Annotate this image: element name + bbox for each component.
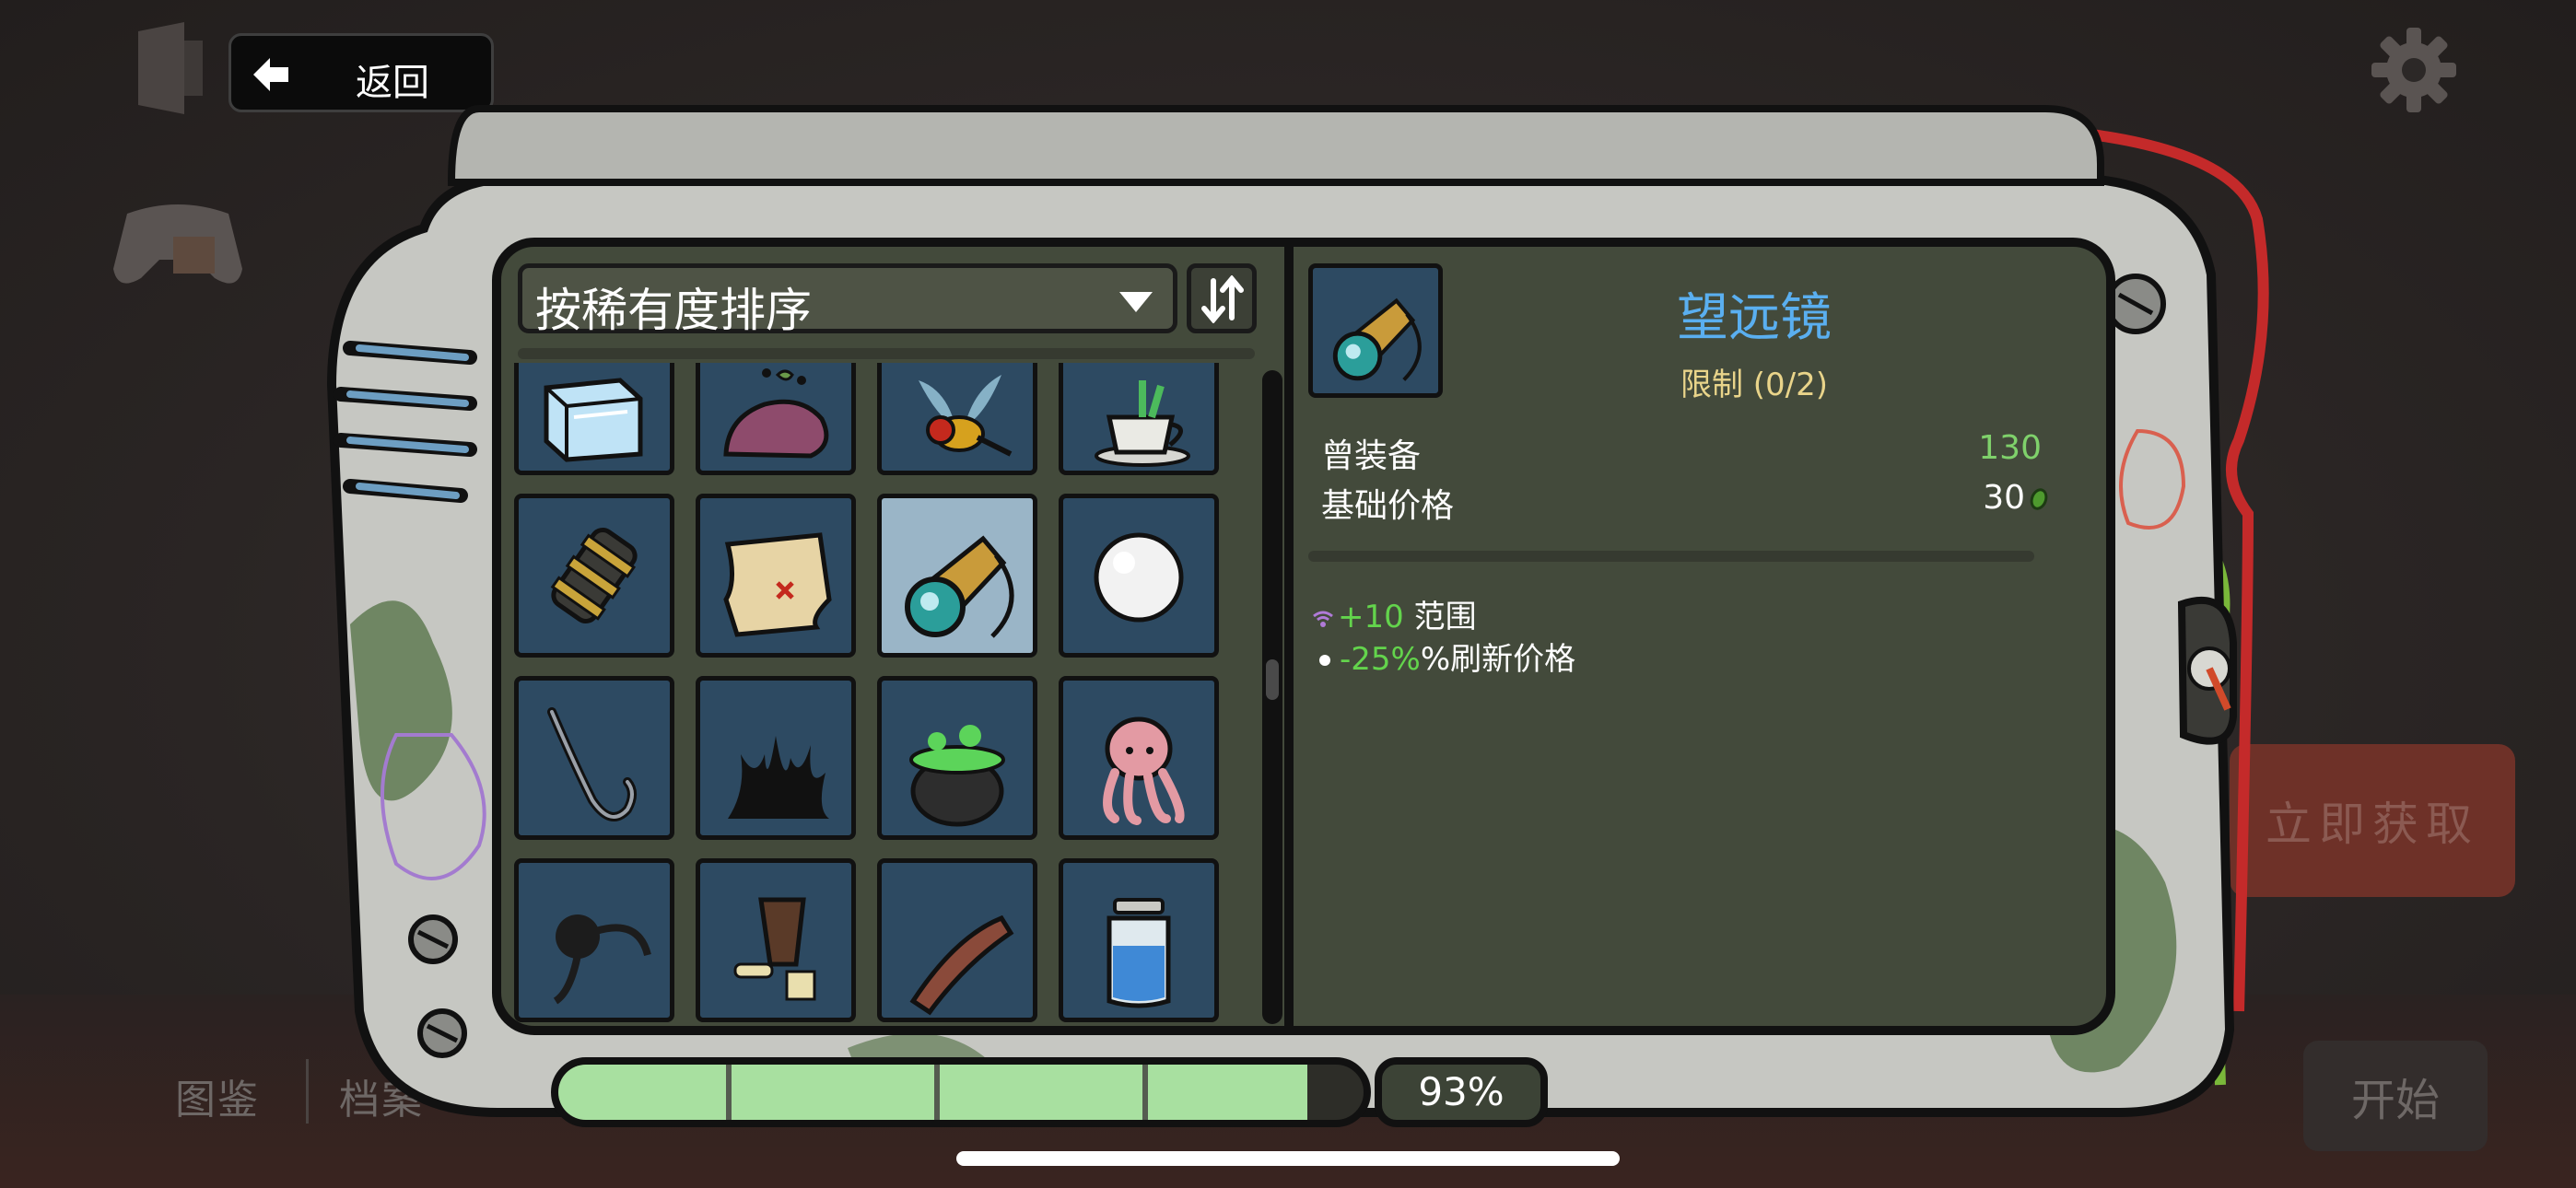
meat-strip-icon bbox=[909, 914, 1014, 1016]
stat-equipped-label: 曾装备 bbox=[1321, 437, 1422, 475]
item-slot[interactable] bbox=[696, 676, 856, 840]
effect-range: +10 范围 bbox=[1312, 591, 1477, 636]
progress-segment-divider bbox=[1142, 1065, 1148, 1120]
item-slot[interactable] bbox=[514, 363, 674, 475]
selected-item-frame bbox=[1308, 263, 1443, 398]
progress-fill bbox=[558, 1065, 1307, 1120]
water-jar-icon bbox=[1107, 898, 1171, 1008]
material-coin-icon bbox=[2027, 485, 2051, 513]
telescope-icon bbox=[1332, 297, 1422, 381]
item-screen: 按稀有度排序 望远镜 限制 (0/2) 曾装备 130 基础价格 30 +10 … bbox=[492, 238, 2115, 1035]
start-button[interactable]: 开始 bbox=[2303, 1041, 2488, 1151]
black-coral-icon bbox=[728, 736, 829, 819]
item-slot-selected[interactable] bbox=[877, 494, 1037, 658]
effect-range-text: 范围 bbox=[1403, 599, 1477, 635]
effect-refresh-text: %刷新价格 bbox=[1420, 641, 1576, 678]
barrel-trap-icon bbox=[550, 527, 638, 624]
effect-refresh-price: -25%%刷新价格 bbox=[1312, 634, 1575, 679]
list-divider bbox=[518, 348, 1255, 359]
back-arrow-icon bbox=[253, 58, 288, 91]
item-slot[interactable] bbox=[877, 676, 1037, 840]
screen-divider bbox=[1284, 247, 1294, 1026]
codex-menu-item[interactable]: 图鉴 bbox=[175, 1066, 260, 1125]
progress-percent: 93% bbox=[1375, 1057, 1548, 1127]
sort-order-icon bbox=[1201, 275, 1244, 323]
fishing-hook-icon bbox=[547, 707, 637, 821]
tentacle-icon bbox=[553, 914, 651, 1005]
stat-equipped-value: 130 bbox=[1978, 429, 2042, 467]
effect-refresh-value: -25% bbox=[1340, 641, 1421, 678]
progress-segment-divider bbox=[726, 1065, 732, 1120]
stump-bones-icon bbox=[733, 897, 816, 1001]
effect-range-value: +10 bbox=[1338, 599, 1404, 635]
chevron-down-icon bbox=[1119, 292, 1153, 312]
beast-remains-icon bbox=[723, 368, 829, 459]
wasp-icon bbox=[919, 375, 1013, 457]
pearl-icon bbox=[1094, 532, 1184, 623]
settings-gear-icon[interactable] bbox=[2370, 26, 2458, 114]
item-slot[interactable] bbox=[1059, 494, 1219, 658]
item-grid[interactable] bbox=[514, 363, 1242, 1026]
sort-order-button[interactable] bbox=[1187, 263, 1257, 333]
item-limit: 限制 (0/2) bbox=[1680, 367, 1829, 403]
item-slot[interactable] bbox=[514, 676, 674, 840]
telescope-icon bbox=[905, 535, 1014, 638]
octopus-icon bbox=[1103, 716, 1185, 825]
item-slot[interactable] bbox=[1059, 858, 1219, 1022]
gamepad-gift-icon bbox=[113, 204, 242, 284]
ice-cube-icon bbox=[544, 378, 643, 462]
stat-base-price-value: 30 bbox=[1983, 479, 2025, 517]
stat-base-price-label: 基础价格 bbox=[1321, 487, 1455, 525]
witch-cauldron-icon bbox=[909, 725, 1005, 827]
stat-base-price: 30 bbox=[1983, 479, 2051, 517]
range-icon bbox=[1313, 611, 1333, 627]
item-slot[interactable] bbox=[877, 363, 1037, 475]
collection-progress-bar bbox=[551, 1057, 1371, 1127]
sort-dropdown[interactable]: 按稀有度排序 bbox=[518, 263, 1177, 337]
scrollbar-thumb[interactable] bbox=[1266, 659, 1279, 700]
bullet-dot bbox=[1319, 655, 1330, 666]
item-title: 望远镜 bbox=[1677, 288, 1832, 348]
item-slot[interactable] bbox=[696, 858, 856, 1022]
item-slot[interactable] bbox=[514, 494, 674, 658]
herbal-tea-icon bbox=[1095, 380, 1190, 467]
progress-segment-divider bbox=[934, 1065, 940, 1120]
home-indicator[interactable] bbox=[956, 1151, 1620, 1166]
exit-icon bbox=[138, 22, 203, 114]
item-slot[interactable] bbox=[696, 363, 856, 475]
item-slot[interactable] bbox=[1059, 676, 1219, 840]
sort-dropdown-label: 按稀有度排序 bbox=[535, 284, 812, 337]
treasure-map-icon bbox=[723, 532, 832, 637]
item-slot[interactable] bbox=[1059, 363, 1219, 475]
item-slot[interactable] bbox=[696, 494, 856, 658]
detail-divider bbox=[1308, 551, 2034, 562]
item-slot[interactable] bbox=[877, 858, 1037, 1022]
inventory-device: 按稀有度排序 望远镜 限制 (0/2) 曾装备 130 基础价格 30 +10 … bbox=[295, 90, 2322, 1149]
item-slot[interactable] bbox=[514, 858, 674, 1022]
